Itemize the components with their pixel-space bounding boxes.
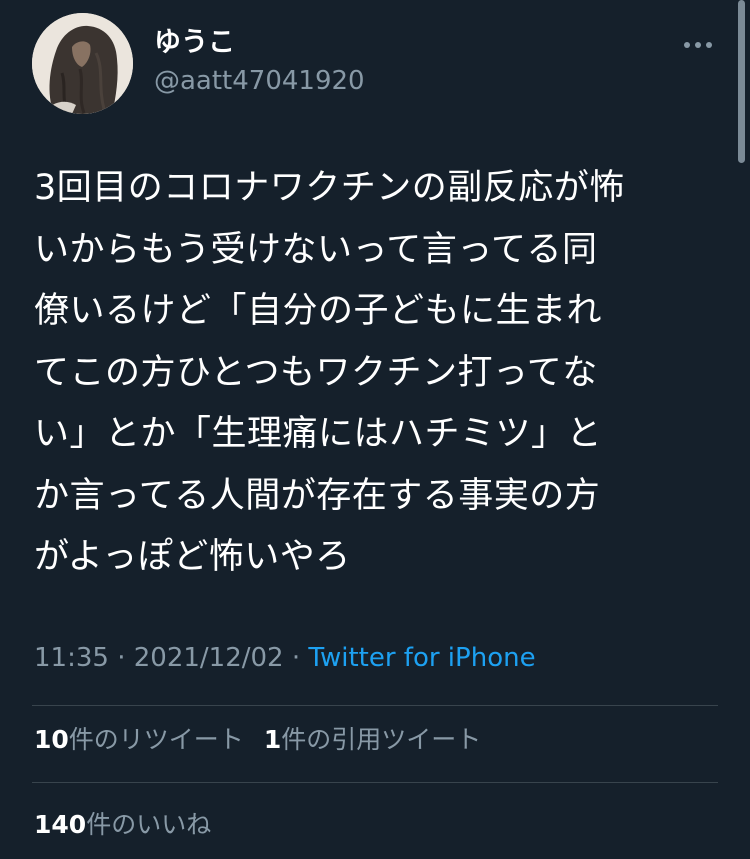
scrollbar[interactable] bbox=[738, 0, 745, 163]
likes-label: 件のいいね bbox=[86, 810, 212, 839]
quote-tweets-stat[interactable]: 1件の引用ツイート bbox=[264, 725, 481, 754]
display-name[interactable]: ゆうこ bbox=[154, 25, 235, 61]
retweets-count: 10 bbox=[34, 725, 69, 754]
meta-separator: · bbox=[291, 643, 301, 673]
tweet-source-link[interactable]: Twitter for iPhone bbox=[308, 643, 535, 673]
more-options-button[interactable] bbox=[678, 30, 718, 60]
quote-tweets-label: 件の引用ツイート bbox=[281, 725, 482, 754]
quote-tweets-count: 1 bbox=[263, 725, 282, 754]
tweet-date: 2021/12/02 bbox=[133, 643, 284, 673]
likes-count: 140 bbox=[34, 810, 87, 839]
divider bbox=[32, 782, 718, 783]
more-horizontal-icon bbox=[706, 42, 712, 48]
divider bbox=[32, 705, 718, 706]
likes-row: 140件のいいね bbox=[34, 807, 211, 843]
tweet-metadata: 11:35 · 2021/12/02 · Twitter for iPhone bbox=[34, 640, 536, 676]
likes-stat[interactable]: 140件のいいね bbox=[34, 810, 211, 839]
meta-separator: · bbox=[117, 643, 126, 673]
tweet-text: 3回目のコロナワクチンの副反応が怖 いからもう受けないって言ってる同 僚いるけど… bbox=[34, 168, 625, 577]
more-horizontal-icon bbox=[684, 42, 690, 48]
username-handle[interactable]: @aatt47041920 bbox=[154, 64, 365, 98]
avatar-photo bbox=[32, 13, 133, 114]
retweets-stat[interactable]: 10件のリツイート bbox=[34, 725, 244, 754]
tweet-time: 11:35 bbox=[34, 643, 109, 673]
avatar[interactable] bbox=[32, 13, 133, 114]
engagement-row: 10件のリツイート 1件の引用ツイート bbox=[34, 722, 481, 758]
more-horizontal-icon bbox=[695, 42, 701, 48]
retweets-label: 件のリツイート bbox=[68, 725, 244, 754]
